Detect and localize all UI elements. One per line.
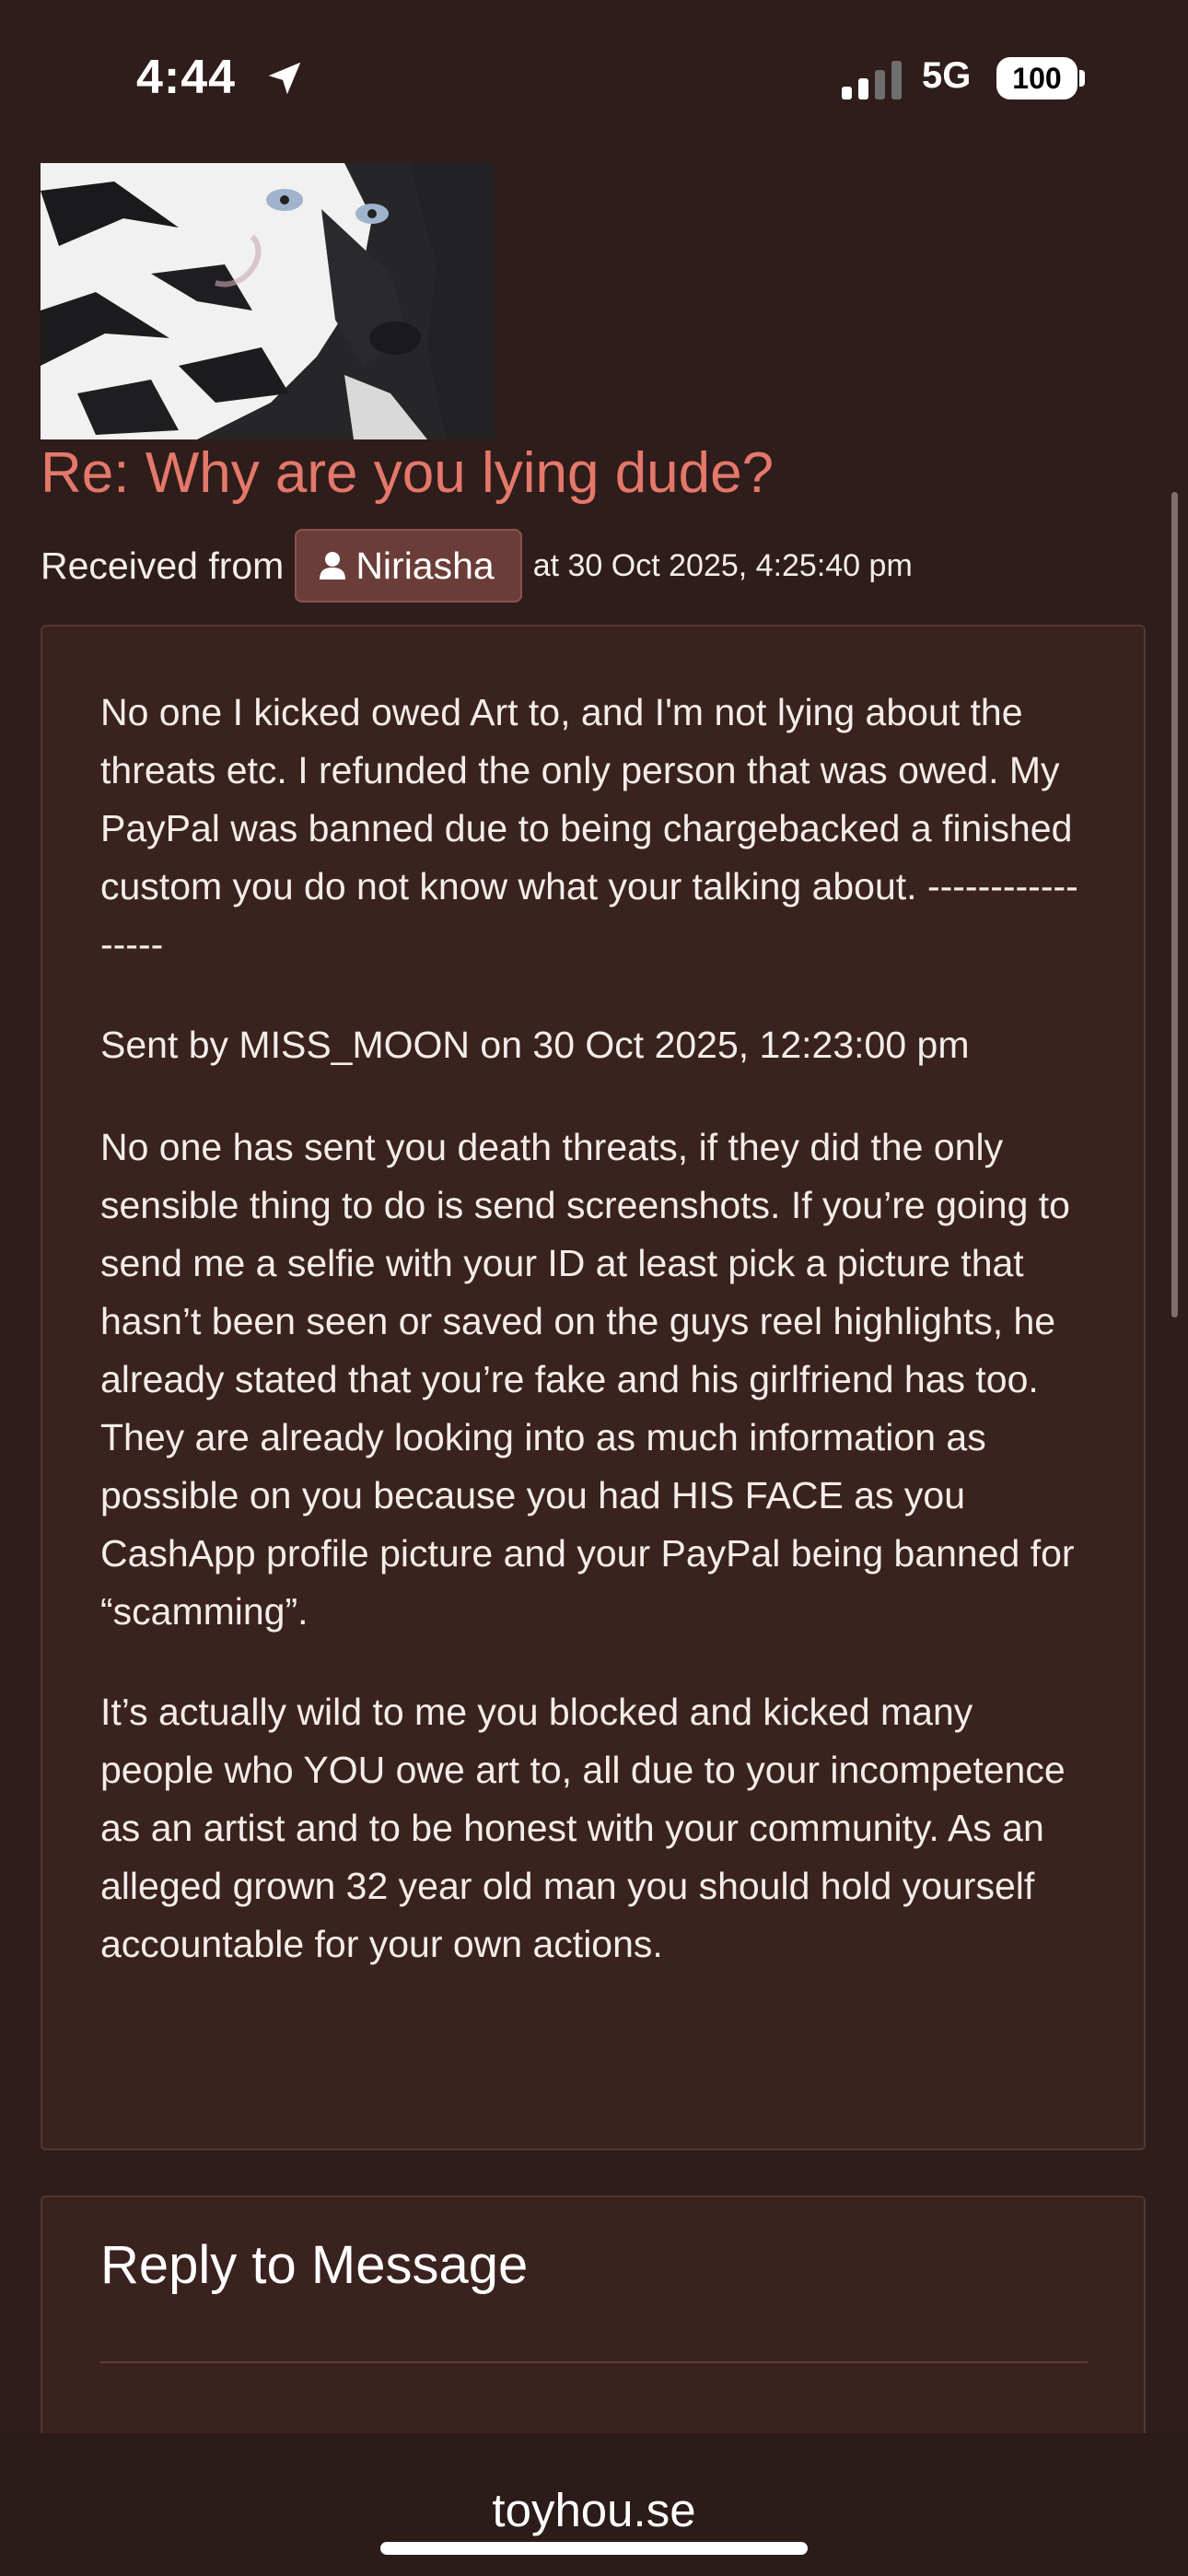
user-icon bbox=[320, 552, 346, 580]
battery-cap bbox=[1079, 70, 1085, 87]
browser-domain[interactable]: toyhou.se bbox=[0, 2483, 1188, 2537]
sender-user-badge[interactable]: Niriasha bbox=[295, 529, 522, 603]
avatar-artwork bbox=[41, 163, 495, 439]
cellular-signal-icon bbox=[842, 61, 902, 100]
received-timestamp: at 30 Oct 2025, 4:25:40 pm bbox=[532, 547, 913, 583]
status-bar: 4:44 5G 100 bbox=[0, 0, 1188, 157]
message-title: Re: Why are you lying dude? bbox=[41, 441, 775, 505]
reply-divider bbox=[100, 2361, 1088, 2363]
message-paragraph: No one I kicked owed Art to, and I'm not… bbox=[100, 691, 1078, 966]
sender-username: Niriasha bbox=[355, 544, 495, 587]
received-from-label: Received from bbox=[41, 544, 285, 587]
sender-avatar[interactable] bbox=[41, 163, 495, 439]
network-label: 5G bbox=[922, 55, 972, 96]
battery-level: 100 bbox=[1012, 61, 1062, 95]
message-paragraph: No one has sent you death threats, if th… bbox=[100, 1126, 1075, 1633]
home-indicator[interactable] bbox=[380, 2542, 808, 2555]
message-body: No one I kicked owed Art to, and I'm not… bbox=[41, 625, 1146, 2150]
page-scrollbar[interactable] bbox=[1171, 492, 1178, 1317]
reply-panel: Reply to Message bbox=[41, 2195, 1146, 2472]
battery-icon: 100 bbox=[996, 57, 1077, 100]
received-row: Received from Niriasha at 30 Oct 2025, 4… bbox=[41, 529, 913, 603]
status-time: 4:44 bbox=[136, 51, 237, 104]
quoted-sent-by-line: Sent by MISS_MOON on 30 Oct 2025, 12:23:… bbox=[100, 1024, 970, 1066]
message-paragraph: It’s actually wild to me you blocked and… bbox=[100, 1691, 1066, 1965]
reply-heading: Reply to Message bbox=[100, 2235, 529, 2295]
browser-address-bar[interactable]: toyhou.se bbox=[0, 2433, 1188, 2576]
location-arrow-icon bbox=[268, 62, 301, 95]
